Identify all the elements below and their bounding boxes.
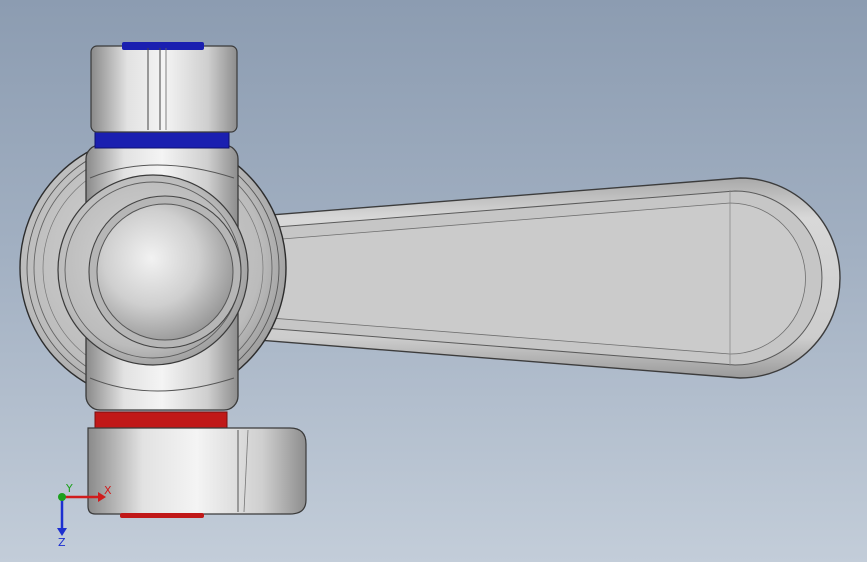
x-axis-label: X bbox=[104, 484, 112, 497]
valve-model[interactable]: X Y Z bbox=[0, 0, 867, 562]
valve-ball bbox=[88, 195, 242, 349]
y-axis-label: Y bbox=[65, 482, 73, 495]
top-seal-ring bbox=[94, 130, 230, 149]
bottom-cap bbox=[87, 411, 307, 518]
top-cap bbox=[90, 42, 238, 149]
z-axis-label: Z bbox=[58, 536, 66, 549]
coordinate-triad: X Y Z bbox=[57, 482, 112, 549]
bottom-seal-ring bbox=[94, 411, 228, 431]
3d-viewport[interactable]: X Y Z bbox=[0, 0, 867, 562]
lever-handle[interactable] bbox=[231, 177, 841, 379]
y-axis-dot bbox=[58, 493, 66, 501]
